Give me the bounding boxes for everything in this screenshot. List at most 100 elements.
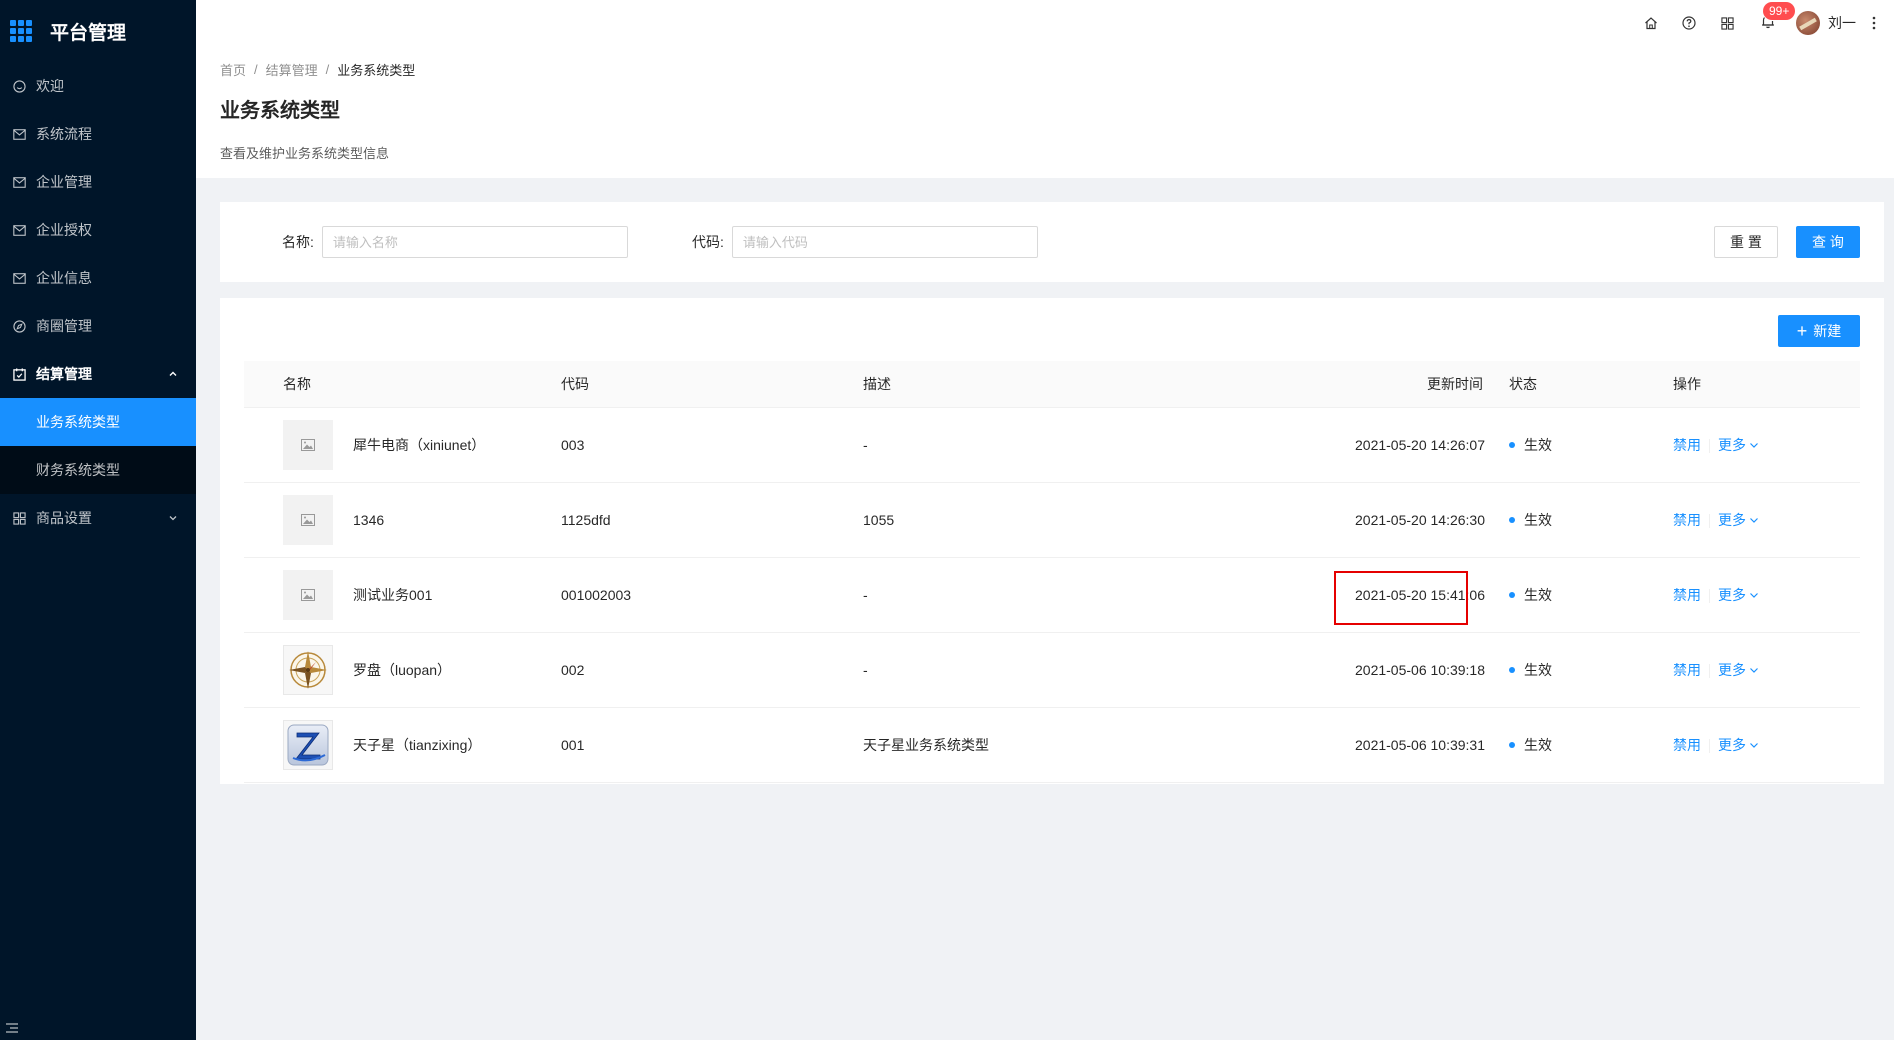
more-dropdown[interactable]: 更多	[1718, 735, 1759, 755]
chevron-down-icon	[1750, 742, 1758, 748]
status-text: 生效	[1524, 436, 1552, 453]
home-icon[interactable]	[1632, 0, 1670, 46]
notification-badge: 99+	[1763, 2, 1796, 20]
more-dropdown[interactable]: 更多	[1718, 435, 1759, 455]
sidebar-item-business-district[interactable]: 商圈管理	[0, 302, 196, 350]
status-dot-icon	[1509, 741, 1515, 748]
row-updated-time: 2021-05-20 14:26:30	[1339, 482, 1485, 558]
more-label: 更多	[1718, 586, 1746, 603]
compass-logo-icon	[283, 644, 333, 695]
column-header-actions: 操作	[1633, 361, 1860, 408]
mail-icon	[12, 271, 26, 285]
reset-button[interactable]: 重 置	[1714, 226, 1778, 258]
more-dropdown[interactable]: 更多	[1718, 510, 1759, 530]
row-code: 002	[545, 632, 847, 708]
disable-link[interactable]: 禁用	[1673, 587, 1701, 603]
compass-icon	[12, 319, 26, 333]
table-row: 1346 1125dfd 1055 2021-05-20 14:26:30 生效…	[244, 482, 1860, 558]
status-text: 生效	[1524, 661, 1552, 678]
row-code: 003	[545, 407, 847, 483]
name-label: 名称:	[282, 234, 314, 250]
query-button[interactable]: 查 询	[1796, 226, 1860, 258]
table-row: 天子星（tianzixing） 001 天子星业务系统类型 2021-05-06…	[244, 707, 1860, 783]
row-updated-time: 2021-05-20 15:41:06	[1339, 557, 1485, 633]
more-dropdown[interactable]: 更多	[1718, 585, 1759, 605]
breadcrumb-separator: /	[254, 62, 258, 77]
code-input[interactable]	[731, 226, 1038, 258]
status-badge: 生效	[1509, 435, 1617, 455]
sidebar-item-label: 商品设置	[36, 510, 92, 526]
mail-icon	[12, 175, 26, 189]
more-vertical-icon[interactable]	[1862, 16, 1886, 30]
more-label: 更多	[1718, 661, 1746, 678]
column-header-updated-time: 更新时间	[1339, 361, 1483, 408]
image-placeholder-icon	[283, 569, 333, 620]
row-name: 犀牛电商（xiniunet）	[353, 436, 486, 453]
status-text: 生效	[1524, 511, 1552, 528]
status-dot-icon	[1509, 666, 1515, 673]
disable-link[interactable]: 禁用	[1673, 662, 1701, 678]
image-placeholder-icon	[283, 494, 333, 545]
disable-link[interactable]: 禁用	[1673, 737, 1701, 753]
sidebar-item-label: 企业管理	[36, 174, 92, 190]
sidebar-item-business-system-type[interactable]: 业务系统类型	[0, 398, 196, 446]
row-updated-time: 2021-05-20 14:26:07	[1339, 407, 1485, 483]
sidebar-item-enterprise-management[interactable]: 企业管理	[0, 158, 196, 206]
sidebar-item-enterprise-auth[interactable]: 企业授权	[0, 206, 196, 254]
page-header: 首页 / 结算管理 / 业务系统类型 业务系统类型 查看及维护业务系统类型信息	[196, 46, 1894, 178]
code-label: 代码:	[692, 234, 724, 250]
row-code: 1125dfd	[545, 482, 847, 558]
status-text: 生效	[1524, 586, 1552, 603]
chevron-down-icon	[1750, 517, 1758, 523]
status-badge: 生效	[1509, 735, 1617, 755]
chevron-down-icon	[1750, 592, 1758, 598]
page-description: 查看及维护业务系统类型信息	[220, 146, 390, 161]
question-icon[interactable]	[1670, 0, 1708, 46]
breadcrumb-settlement[interactable]: 结算管理	[266, 60, 318, 79]
calendar-icon	[12, 367, 26, 381]
sidebar-item-welcome[interactable]: 欢迎	[0, 62, 196, 110]
user-menu[interactable]: 刘一	[1790, 0, 1862, 46]
chevron-down-icon	[1750, 442, 1758, 448]
sidebar-item-settlement[interactable]: 结算管理	[0, 350, 196, 398]
table-row: 犀牛电商（xiniunet） 003 - 2021-05-20 14:26:07…	[244, 407, 1860, 483]
platform-title: 平台管理	[50, 22, 127, 44]
sidebar-item-system-flow[interactable]: 系统流程	[0, 110, 196, 158]
notification-button[interactable]: 99+	[1746, 0, 1796, 46]
sidebar-item-label: 企业信息	[36, 270, 92, 286]
breadcrumb: 首页 / 结算管理 / 业务系统类型	[220, 60, 1870, 79]
divider	[1709, 588, 1710, 603]
column-header-name: 名称	[244, 361, 545, 408]
sidebar-item-label: 商圈管理	[36, 318, 92, 334]
status-badge: 生效	[1509, 510, 1617, 530]
name-input[interactable]	[321, 226, 628, 258]
status-dot-icon	[1509, 516, 1515, 523]
mail-icon	[12, 223, 26, 237]
disable-link[interactable]: 禁用	[1673, 437, 1701, 453]
status-badge: 生效	[1509, 585, 1617, 605]
row-name: 1346	[353, 511, 385, 528]
sidebar-item-finance-system-type[interactable]: 财务系统类型	[0, 446, 196, 494]
sidebar-item-product-settings[interactable]: 商品设置	[0, 494, 196, 542]
table-card: + 新建 名称 代码 描述 更新时间 状态 操作 犀牛电商（xiniunet） …	[220, 298, 1884, 784]
new-button[interactable]: + 新建	[1778, 315, 1860, 347]
status-text: 生效	[1524, 736, 1552, 753]
chevron-down-icon	[1750, 667, 1758, 673]
sidebar-logo[interactable]: 平台管理	[0, 0, 196, 62]
app-grid-icon	[10, 20, 32, 42]
more-dropdown[interactable]: 更多	[1718, 660, 1759, 680]
avatar	[1796, 11, 1820, 35]
name-field: 名称:	[282, 226, 628, 258]
column-header-description: 描述	[847, 361, 1339, 408]
sidebar-item-enterprise-info[interactable]: 企业信息	[0, 254, 196, 302]
chevron-down-icon	[168, 510, 178, 526]
breadcrumb-separator: /	[325, 62, 330, 77]
more-label: 更多	[1718, 511, 1746, 528]
breadcrumb-home[interactable]: 首页	[220, 60, 246, 79]
appstore-icon[interactable]	[1708, 0, 1746, 46]
disable-link[interactable]: 禁用	[1673, 512, 1701, 528]
menu-fold-icon[interactable]	[6, 1020, 18, 1036]
business-system-type-table: 名称 代码 描述 更新时间 状态 操作 犀牛电商（xiniunet） 003 -…	[244, 361, 1860, 783]
more-label: 更多	[1718, 436, 1746, 453]
table-row: 测试业务001 001002003 - 2021-05-20 15:41:06 …	[244, 557, 1860, 633]
